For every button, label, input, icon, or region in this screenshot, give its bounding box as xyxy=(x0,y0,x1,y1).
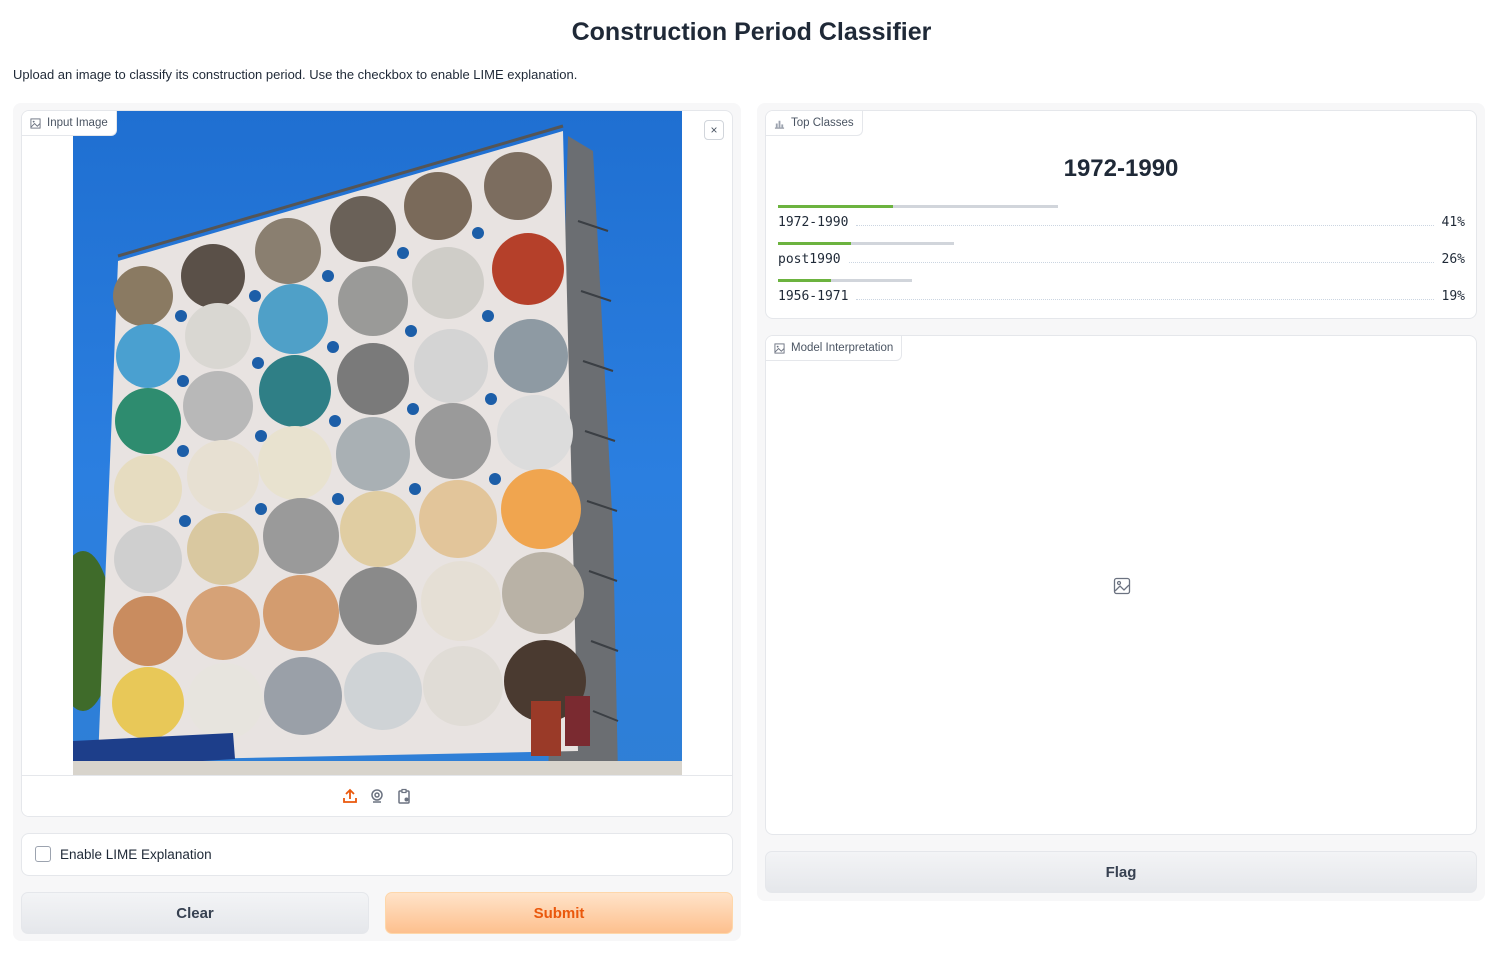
top-classes-label-text: Top Classes xyxy=(791,117,854,129)
model-interpretation-block: Model Interpretation xyxy=(765,335,1477,835)
confidence-label: post1990 xyxy=(778,252,841,267)
image-placeholder-icon xyxy=(1113,577,1131,595)
image-icon xyxy=(774,342,785,354)
bar-chart-icon xyxy=(774,120,785,129)
lime-checkbox-block: Enable LIME Explanation xyxy=(21,833,733,876)
page-title: Construction Period Classifier xyxy=(571,18,932,46)
lime-checkbox[interactable] xyxy=(35,846,51,862)
upload-icon[interactable] xyxy=(342,788,359,805)
close-icon: × xyxy=(710,123,718,137)
confidence-percent: 19% xyxy=(1441,289,1465,304)
clear-image-button[interactable]: × xyxy=(704,120,724,140)
confidence-row: 1972-1990 41% xyxy=(778,205,1465,242)
top-classes-label: Top Classes xyxy=(766,111,863,136)
confidence-bar-fill xyxy=(778,242,851,245)
confidence-bar-fill xyxy=(778,205,893,208)
webcam-icon[interactable] xyxy=(369,788,386,805)
clear-button[interactable]: Clear xyxy=(21,892,369,934)
lime-checkbox-row[interactable]: Enable LIME Explanation xyxy=(35,846,212,862)
building-photo xyxy=(73,124,682,776)
input-image-label: Input Image xyxy=(22,111,117,136)
flag-button[interactable]: Flag xyxy=(765,851,1477,893)
image-icon xyxy=(30,117,41,129)
confidence-percent: 26% xyxy=(1441,252,1465,267)
confidence-percent: 41% xyxy=(1441,215,1465,230)
confidence-line: 1972-1990 41% xyxy=(778,215,1465,230)
input-column: Input Image × Enable LIME Explanation Cl… xyxy=(13,103,741,941)
uploaded-photo xyxy=(73,111,682,776)
lime-checkbox-label: Enable LIME Explanation xyxy=(60,846,212,862)
confidence-line: 1956-1971 19% xyxy=(778,289,1465,304)
model-interpretation-label: Model Interpretation xyxy=(766,336,903,361)
confidence-label: 1972-1990 xyxy=(778,215,849,230)
top-prediction: 1972-1990 xyxy=(1063,155,1179,182)
confidence-row: 1956-1971 19% xyxy=(778,279,1465,316)
confidence-dots xyxy=(848,262,1434,263)
model-interpretation-label-text: Model Interpretation xyxy=(791,342,894,354)
confidence-bar-track xyxy=(778,279,912,282)
confidence-dots xyxy=(856,299,1434,300)
confidence-bar-track xyxy=(778,205,1058,208)
confidence-row: post1990 26% xyxy=(778,242,1465,279)
top-classes-block: Top Classes 1972-1990 1972-1990 41% post19… xyxy=(765,110,1477,319)
confidence-dots xyxy=(856,225,1434,226)
input-image-block[interactable]: Input Image × xyxy=(21,110,733,817)
input-image-label-text: Input Image xyxy=(47,117,108,129)
confidence-label: 1956-1971 xyxy=(778,289,849,304)
confidence-bar-track xyxy=(778,242,954,245)
confidence-bar-fill xyxy=(778,279,831,282)
output-column: Top Classes 1972-1990 1972-1990 41% post19… xyxy=(757,103,1485,901)
image-source-toolbar xyxy=(22,775,732,816)
clipboard-icon[interactable] xyxy=(396,788,413,805)
confidence-line: post1990 26% xyxy=(778,252,1465,267)
submit-button[interactable]: Submit xyxy=(385,892,733,934)
page-description: Upload an image to classify its construc… xyxy=(13,67,578,82)
